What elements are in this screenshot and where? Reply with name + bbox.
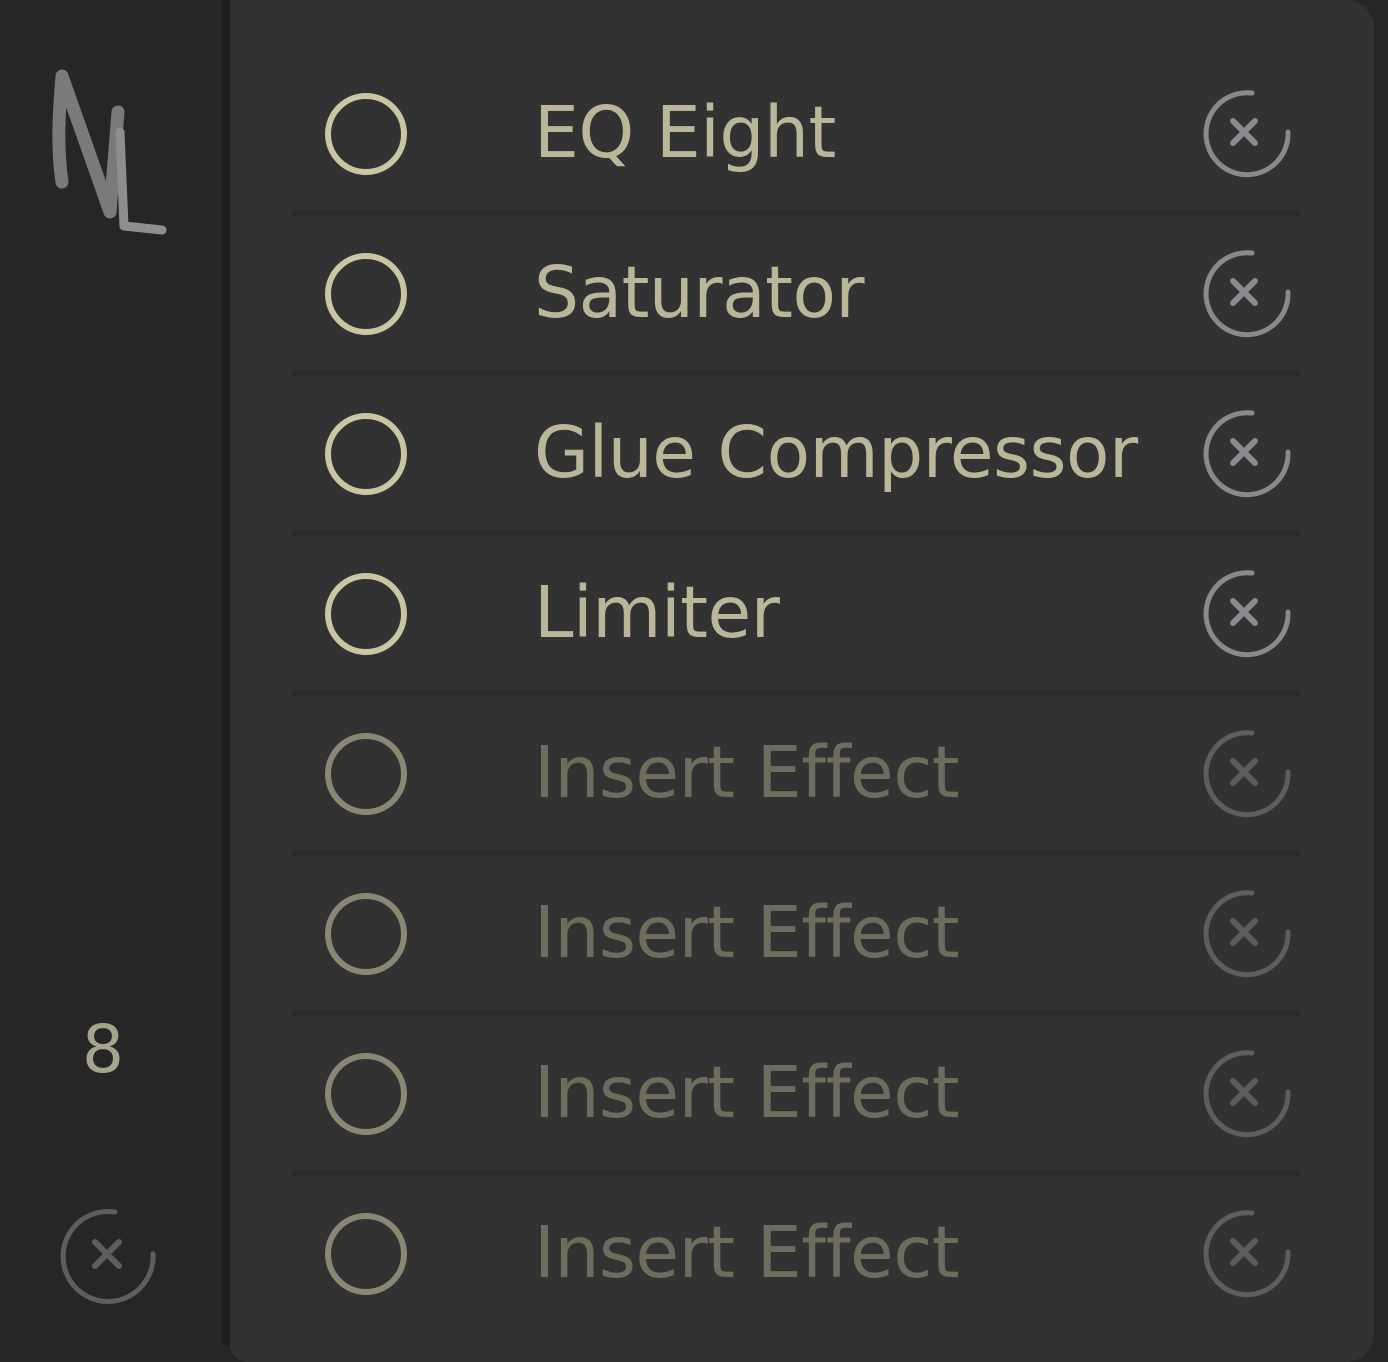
effect-slot-7[interactable]: Insert Effect	[292, 1016, 1300, 1176]
effect-slot-3[interactable]: Glue Compressor	[292, 376, 1300, 536]
effect-name: Insert Effect	[534, 1051, 960, 1134]
effect-name: Insert Effect	[534, 891, 960, 974]
remove-effect-icon[interactable]	[1200, 248, 1292, 340]
effect-slot-6[interactable]: Insert Effect	[292, 856, 1300, 1016]
effect-name: Insert Effect	[534, 731, 960, 814]
effect-toggle-icon[interactable]	[324, 1052, 408, 1136]
sidebar-divider	[222, 0, 230, 1345]
effect-rack: 8 EQ Eight Saturator Glue Compressor Lim…	[0, 0, 1388, 1362]
effect-name: Insert Effect	[534, 1211, 960, 1294]
effect-toggle-icon[interactable]	[324, 252, 408, 336]
effect-count: 8	[82, 1011, 124, 1088]
remove-effect-icon[interactable]	[1200, 88, 1292, 180]
effect-toggle-icon[interactable]	[324, 892, 408, 976]
remove-effect-icon[interactable]	[1200, 888, 1292, 980]
remove-effect-icon[interactable]	[1200, 568, 1292, 660]
remove-effect-icon[interactable]	[1200, 1208, 1292, 1300]
effect-toggle-icon[interactable]	[324, 92, 408, 176]
remove-effect-icon[interactable]	[1200, 408, 1292, 500]
effect-slot-4[interactable]: Limiter	[292, 536, 1300, 696]
effect-toggle-icon[interactable]	[324, 1212, 408, 1296]
effect-toggle-icon[interactable]	[324, 412, 408, 496]
effects-panel: EQ Eight Saturator Glue Compressor Limit…	[230, 0, 1374, 1362]
effects-list: EQ Eight Saturator Glue Compressor Limit…	[292, 56, 1300, 1336]
effect-slot-5[interactable]: Insert Effect	[292, 696, 1300, 856]
effect-slot-8[interactable]: Insert Effect	[292, 1176, 1300, 1336]
effect-toggle-icon[interactable]	[324, 572, 408, 656]
sidebar: 8	[0, 0, 222, 1355]
remove-effect-icon[interactable]	[1200, 1048, 1292, 1140]
effect-slot-2[interactable]: Saturator	[292, 216, 1300, 376]
close-circle-icon[interactable]	[57, 1206, 159, 1308]
nl-logo-icon	[52, 69, 167, 235]
effect-name: EQ Eight	[534, 91, 836, 174]
effect-slot-1[interactable]: EQ Eight	[292, 56, 1300, 216]
remove-effect-icon[interactable]	[1200, 728, 1292, 820]
effect-name: Glue Compressor	[534, 411, 1138, 494]
effect-name: Limiter	[534, 571, 780, 654]
effect-toggle-icon[interactable]	[324, 732, 408, 816]
effect-name: Saturator	[534, 251, 865, 334]
